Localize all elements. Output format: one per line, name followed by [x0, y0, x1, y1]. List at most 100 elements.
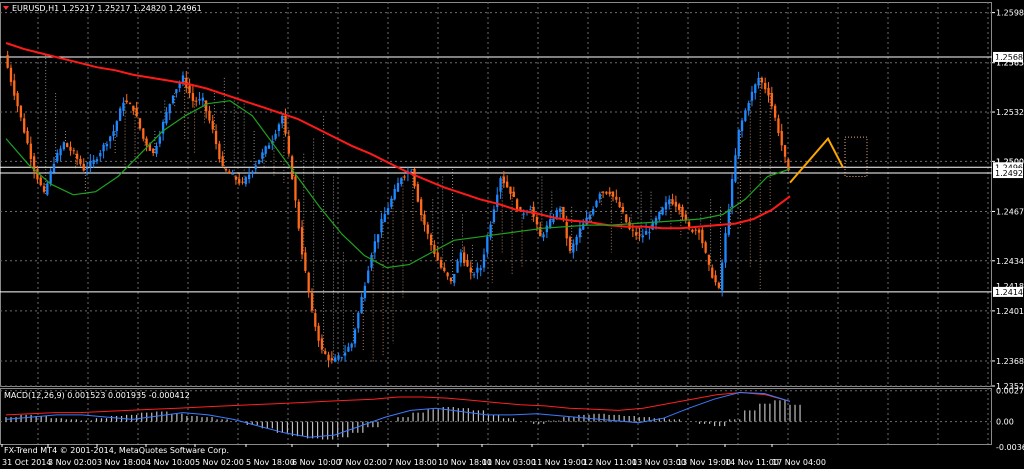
candle-body	[95, 159, 99, 162]
candle-body	[330, 358, 333, 361]
candle-body	[482, 254, 486, 268]
candle-body	[777, 118, 780, 134]
x-tick-label: 17 Nov 04:00	[772, 458, 826, 467]
candle-body	[416, 184, 420, 202]
cloud-projection	[844, 136, 868, 178]
candle-body	[429, 234, 433, 246]
candle-body	[102, 144, 105, 152]
candle-body	[386, 208, 390, 215]
candle-body	[208, 110, 211, 121]
candle-body	[224, 168, 228, 171]
candle-body	[443, 267, 446, 271]
candle-body	[367, 270, 370, 283]
candle-body	[300, 227, 304, 255]
candle-body	[707, 254, 711, 265]
y-tick-label: 1.25980	[996, 9, 1024, 18]
candle-body	[545, 225, 549, 233]
candle-body	[400, 178, 403, 185]
main-panel-frame	[0, 2, 992, 387]
candle-body	[436, 252, 439, 261]
candle-body	[446, 272, 449, 277]
candle-body	[459, 252, 463, 263]
candle-body	[135, 108, 138, 117]
candle-body	[274, 133, 277, 139]
candle-body	[608, 191, 611, 195]
candle-body	[152, 148, 155, 154]
candle-body	[628, 222, 631, 229]
candle-body	[783, 145, 787, 157]
x-tick-label: 7 Nov 18:00	[388, 458, 437, 467]
x-tick-label: 6 Nov 10:00	[292, 458, 341, 467]
candle-body	[6, 55, 9, 68]
candle-body	[370, 254, 373, 268]
candle-body	[701, 229, 704, 244]
candle-body	[89, 161, 92, 167]
price-mark-label[interactable]: 1.24923	[995, 169, 1024, 178]
candle-body	[595, 200, 598, 207]
candle-body	[36, 168, 39, 180]
candle-body	[112, 131, 115, 137]
candle-body	[711, 267, 714, 278]
candle-body	[691, 229, 694, 232]
candle-body	[757, 77, 760, 86]
candle-body	[42, 186, 46, 192]
candle-body	[419, 199, 423, 216]
candle-body	[19, 105, 23, 118]
macd-y-tick-label: -0.00361	[996, 443, 1024, 452]
candle-body	[744, 110, 747, 121]
candle-body	[618, 201, 621, 207]
candle-body	[512, 191, 515, 198]
symbol-title: EURUSD,H1 1.25217 1.25217 1.24820 1.2496…	[12, 4, 202, 13]
forecast-line	[789, 136, 844, 184]
candle-body	[727, 209, 730, 235]
x-tick-label: 5 Nov 02:00	[195, 458, 244, 467]
candle-body	[281, 115, 284, 124]
x-tick-label: 12 Nov 11:00	[583, 458, 637, 467]
candle-body	[333, 357, 337, 362]
candle-body	[730, 178, 734, 207]
horizontal-lines[interactable]	[0, 56, 992, 293]
candle-body	[320, 338, 324, 350]
candle-body	[357, 312, 360, 329]
candle-body	[228, 171, 231, 174]
chart-texts: EURUSD,H1 1.25217 1.25217 1.24820 1.2496…	[3, 4, 229, 455]
candle-body	[598, 193, 601, 200]
chart-canvas[interactable]: 1.259801.256501.253251.250001.246701.243…	[0, 0, 1024, 469]
candle-body	[529, 209, 532, 211]
candle-body	[492, 209, 496, 223]
candle-body	[754, 84, 757, 94]
price-axis[interactable]: 1.259801.256501.253251.250001.246701.243…	[992, 9, 1024, 391]
candle-body	[188, 85, 191, 94]
candle-body	[92, 159, 95, 164]
candle-body	[433, 244, 436, 254]
candle-body	[714, 275, 717, 283]
candle-body	[122, 102, 125, 111]
candle-body	[39, 177, 42, 186]
macd-y-tick-label: 0.00	[996, 418, 1014, 427]
candle-body	[496, 194, 499, 207]
candle-body	[234, 176, 238, 180]
candle-body	[380, 219, 383, 233]
candle-body	[340, 357, 343, 359]
candle-body	[214, 131, 218, 145]
triangle-down-icon[interactable]	[3, 6, 9, 10]
candle-body	[337, 355, 340, 360]
candle-body	[343, 352, 347, 356]
candle-body	[201, 97, 204, 101]
candle-body	[668, 199, 671, 205]
candle-body	[79, 158, 82, 165]
candle-body	[674, 201, 678, 207]
candle-body	[661, 207, 664, 215]
ichimoku-cloud	[45, 55, 868, 362]
candle-body	[128, 103, 132, 105]
candle-body	[664, 202, 668, 210]
price-mark-label[interactable]: 1.24140	[995, 288, 1024, 297]
y-tick-label: 1.25325	[996, 108, 1024, 117]
x-tick-label: 4 Nov 10:00	[146, 458, 195, 467]
candle-body	[499, 178, 502, 192]
candlestick-series	[6, 50, 790, 368]
candle-body	[740, 120, 744, 132]
candle-body	[638, 234, 641, 236]
x-tick-label: 7 Nov 02:00	[338, 458, 387, 467]
copyright-text: FX-Trend MT4 © 2001-2014, MetaQuotes Sof…	[4, 446, 229, 455]
